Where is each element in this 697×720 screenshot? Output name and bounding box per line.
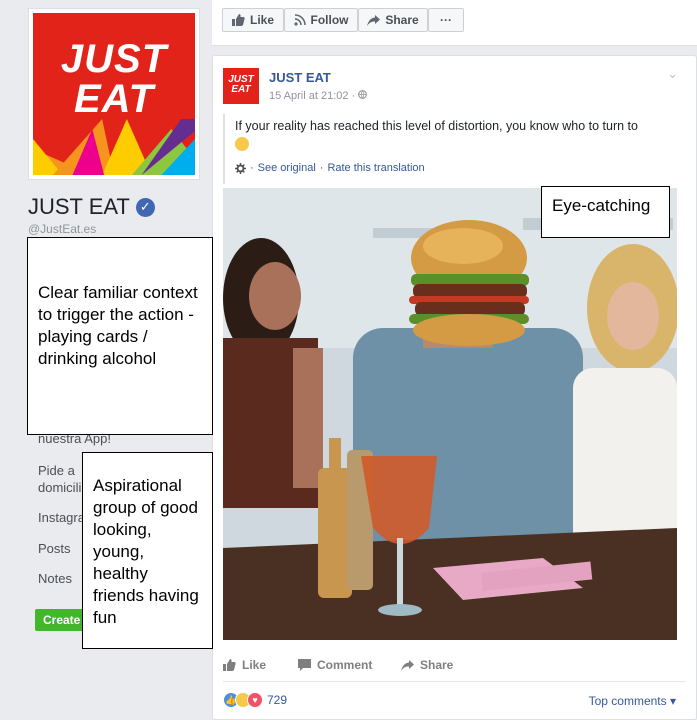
sidebar-item-posts[interactable]: Posts bbox=[38, 541, 71, 556]
post-card: JUST EAT JUST EAT 15 April at 21:02 · ⌄ … bbox=[212, 55, 697, 720]
translation-separator: · bbox=[250, 162, 254, 174]
verified-badge-icon: ✓ bbox=[135, 197, 155, 217]
sidebar-item-order[interactable]: Pide a domicili bbox=[38, 462, 81, 496]
post-text-body: If your reality has reached this level o… bbox=[235, 119, 638, 133]
comment-label: Comment bbox=[317, 658, 373, 672]
smile-emoji-icon bbox=[235, 137, 249, 151]
post-timestamp-text: 15 April at 21:02 · bbox=[269, 90, 359, 102]
annotation-aspirational: Aspirational group of good looking, youn… bbox=[82, 452, 213, 649]
share-label: Share bbox=[420, 658, 454, 672]
sidebar-item-order-line1: Pide a bbox=[38, 463, 75, 478]
logo-rainbow-rays bbox=[33, 119, 195, 175]
page-title[interactable]: JUST EAT ✓ bbox=[28, 194, 155, 220]
share-arrow-icon bbox=[401, 659, 414, 671]
comment-icon bbox=[298, 659, 311, 671]
translation-separator: · bbox=[319, 162, 324, 174]
reactions-summary[interactable]: 👍 ♥ 729 bbox=[223, 692, 287, 708]
sidebar-item-instagram[interactable]: Instagra bbox=[38, 510, 85, 525]
comment-button[interactable]: Comment bbox=[298, 658, 372, 672]
thumbs-up-icon bbox=[231, 14, 245, 26]
like-page-button[interactable]: Like bbox=[222, 8, 284, 32]
post-text: If your reality has reached this level o… bbox=[235, 118, 685, 154]
translation-links: · See original · Rate this translation bbox=[235, 162, 425, 174]
profile-picture[interactable]: JUST EAT bbox=[28, 8, 200, 180]
follow-button[interactable]: Follow bbox=[284, 8, 358, 32]
like-button[interactable]: Like bbox=[223, 658, 266, 672]
top-comments-dropdown[interactable]: Top comments ▾ bbox=[589, 694, 676, 708]
like-label: Like bbox=[242, 658, 267, 672]
post-timestamp[interactable]: 15 April at 21:02 · bbox=[269, 90, 368, 102]
sidebar-item-notes[interactable]: Notes bbox=[38, 571, 72, 586]
reaction-count[interactable]: 729 bbox=[267, 693, 287, 707]
share-page-label: Share bbox=[385, 13, 419, 27]
love-reaction-icon: ♥ bbox=[247, 692, 263, 708]
like-page-label: Like bbox=[249, 13, 274, 27]
post-options-chevron-down-icon[interactable]: ⌄ bbox=[667, 66, 678, 82]
rate-translation-link[interactable]: Rate this translation bbox=[327, 162, 424, 174]
share-button[interactable]: Share bbox=[401, 658, 453, 672]
page-action-bar: Like Follow Share ··· bbox=[212, 0, 697, 46]
post-author-avatar[interactable]: JUST EAT bbox=[223, 68, 259, 104]
post-author-name[interactable]: JUST EAT bbox=[269, 70, 331, 85]
more-icon[interactable]: ··· bbox=[428, 8, 464, 32]
post-action-row: Like Comment Share bbox=[223, 652, 685, 682]
follow-rss-icon bbox=[293, 14, 306, 26]
globe-icon bbox=[358, 90, 368, 99]
page-handle[interactable]: @JustEat.es bbox=[28, 222, 96, 236]
thumbs-up-icon bbox=[223, 659, 236, 671]
logo-text: JUST EAT bbox=[60, 37, 168, 121]
translation-quote-bar bbox=[223, 114, 225, 184]
create-button[interactable]: Create bbox=[35, 609, 87, 631]
sidebar-item-order-line2: domicili bbox=[38, 480, 82, 495]
gear-icon bbox=[235, 162, 246, 174]
see-original-link[interactable]: See original bbox=[258, 162, 316, 174]
just-eat-logo: JUST EAT bbox=[33, 13, 195, 175]
annotation-context: Clear familiar context to trigger the ac… bbox=[27, 237, 213, 435]
post-photo[interactable] bbox=[223, 188, 677, 640]
follow-label: Follow bbox=[310, 13, 349, 27]
annotation-eye-catching: Eye-catching bbox=[541, 186, 670, 238]
share-arrow-icon bbox=[367, 14, 381, 26]
share-page-button[interactable]: Share bbox=[358, 8, 428, 32]
page-name-text[interactable]: JUST EAT bbox=[28, 194, 130, 220]
